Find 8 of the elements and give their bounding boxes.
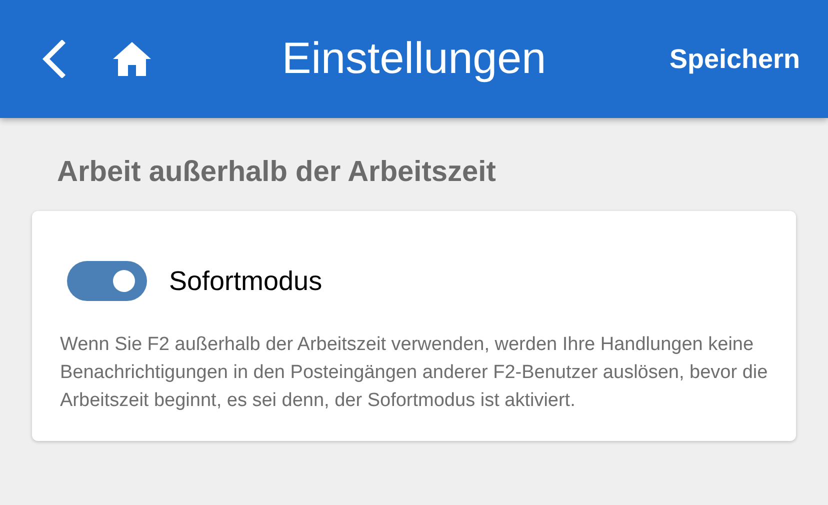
save-button[interactable]: Speichern — [669, 44, 800, 74]
home-icon[interactable] — [112, 41, 152, 77]
section-title: Arbeit außerhalb der Arbeitszeit — [56, 155, 497, 189]
page-title: Einstellungen — [282, 34, 546, 84]
back-icon[interactable] — [40, 40, 66, 78]
setting-description: Wenn Sie F2 außerhalb der Arbeitszeit verwenden, werden Ihre Handlungen keine Benachrichtigungen in den Posteingängen anderer F2-Benutzer auslösen, bevor die Arbeitszeit beginnt, es sei denn, der Sofortmodus ist aktiviert. — [60, 333, 768, 413]
setting-label: Sofortmodus — [169, 266, 322, 296]
toggle-switch[interactable] — [67, 261, 147, 301]
